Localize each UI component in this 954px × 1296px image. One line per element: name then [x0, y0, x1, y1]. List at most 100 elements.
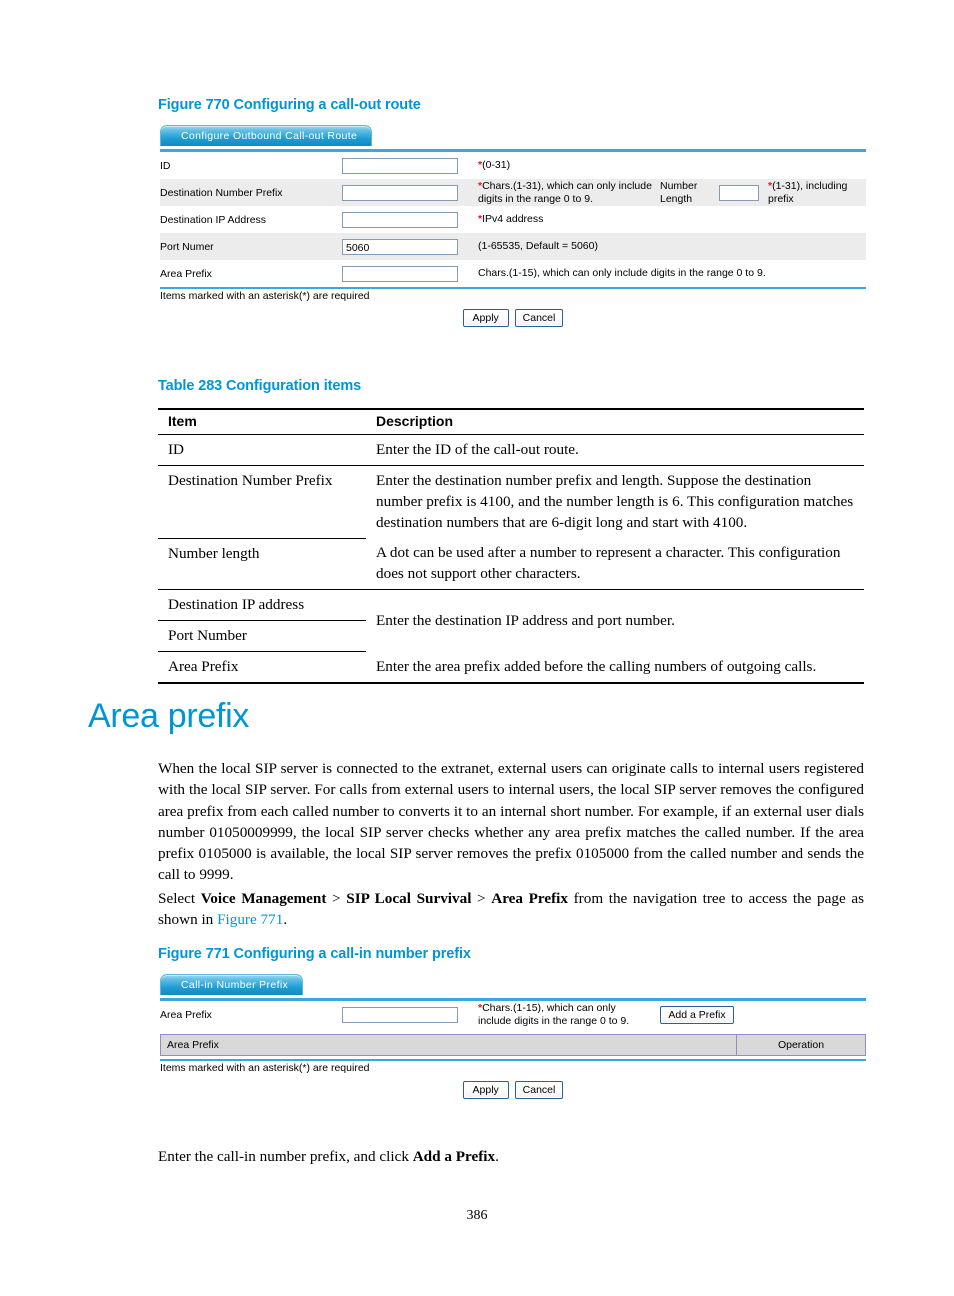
port-number-input[interactable]: 5060	[342, 238, 458, 255]
table-row: Destination IP address Enter the destina…	[158, 589, 864, 629]
label-destination-number-prefix: Destination Number Prefix	[160, 186, 283, 199]
cell-description: Enter the area prefix added before the c…	[366, 651, 864, 684]
cell-description: A dot can be used after a number to repr…	[366, 538, 864, 590]
nav-separator-1: >	[326, 890, 347, 907]
page-number: 386	[466, 1208, 488, 1223]
tab-strip: Configure Outbound Call-out Route	[160, 125, 866, 152]
closing-prefix: Enter the call-in number prefix, and cli…	[158, 1148, 413, 1165]
list-column-header-area-prefix: Area Prefix	[161, 1035, 737, 1055]
cell-description: Enter the destination number prefix and …	[376, 472, 854, 531]
form-row-destination-number-prefix: Destination Number Prefix *Chars.(1-31),…	[160, 179, 867, 206]
table-row: Number length A dot can be used after a …	[158, 538, 864, 590]
section-paragraph-1: When the local SIP server is connected t…	[158, 760, 864, 884]
id-input[interactable]	[342, 157, 458, 174]
label-number-length: Number Length	[660, 179, 698, 205]
document-page: Figure 770 Configuring a call-out route …	[0, 0, 954, 1296]
field-cell-area-prefix	[342, 260, 478, 287]
hint-area-prefix-text: Chars.(1-15), which can only include dig…	[478, 1001, 630, 1027]
number-length-input[interactable]	[719, 184, 759, 201]
add-prefix-cell: Add a Prefix	[646, 1001, 866, 1028]
cancel-button[interactable]: Cancel	[514, 309, 564, 327]
form-action-buttons: Apply Cancel	[160, 302, 866, 327]
form-row-port-number: Port Numer 5060 (1-65535, Default = 5060…	[160, 233, 867, 260]
hint-destination-ip-address-text: IPv4 address	[482, 213, 544, 225]
form-row-area-prefix: Area Prefix *Chars.(1-15), which can onl…	[160, 1001, 866, 1028]
column-header-description: Description	[366, 408, 864, 435]
form-row-id: ID *(0-31)	[160, 152, 866, 179]
figure-771-caption: Figure 771 Configuring a call-in number …	[158, 946, 471, 962]
table-row: Area Prefix Enter the area prefix added …	[158, 651, 864, 684]
closing-suffix: .	[495, 1148, 499, 1165]
list-column-header-operation: Operation	[777, 1039, 825, 1051]
hint-destination-ip-address: *IPv4 address	[478, 206, 866, 233]
required-footnote: Items marked with an asterisk(*) are req…	[160, 290, 370, 302]
nav-sip-local-survival: SIP Local Survival	[346, 890, 472, 907]
destination-number-prefix-input[interactable]	[342, 184, 458, 201]
hint-area-prefix: *Chars.(1-15), which can only include di…	[478, 1001, 646, 1028]
label-destination-ip-address: Destination IP Address	[160, 213, 267, 226]
hint-destination-number-prefix-text: Chars.(1-31), which can only include dig…	[478, 179, 652, 205]
apply-button[interactable]: Apply	[462, 1081, 509, 1099]
area-prefix-input[interactable]	[342, 1006, 458, 1023]
call-out-route-form: ID *(0-31) Destination Number Prefix *Ch…	[160, 152, 867, 287]
table-283: Item Description ID Enter the ID of the …	[158, 408, 864, 684]
cell-description: Enter the destination IP address and por…	[376, 611, 675, 629]
closing-bold-add-a-prefix: Add a Prefix	[412, 1148, 496, 1165]
area-prefix-input[interactable]	[342, 265, 458, 282]
para2-suffix: .	[283, 911, 288, 929]
label-port-number: Port Numer	[160, 240, 214, 253]
apply-button[interactable]: Apply	[462, 309, 509, 327]
tab-strip: Call-in Number Prefix	[160, 974, 866, 1001]
figure-770-caption: Figure 770 Configuring a call-out route	[158, 97, 421, 113]
hint-id: *(0-31)	[478, 152, 866, 179]
hint-port-number-text: (1-65535, Default = 5060)	[478, 240, 598, 252]
figure-770-screenshot: Configure Outbound Call-out Route ID *(0…	[160, 125, 867, 327]
required-footnote: Items marked with an asterisk(*) are req…	[160, 1062, 370, 1074]
hint-id-text: (0-31)	[482, 159, 511, 171]
cell-item: Area Prefix	[158, 651, 366, 684]
field-cell-area-prefix	[342, 1001, 478, 1028]
label-area-prefix: Area Prefix	[160, 1008, 212, 1021]
label-area-prefix: Area Prefix	[160, 267, 212, 280]
column-header-item: Item	[158, 408, 366, 435]
figure-771-screenshot: Call-in Number Prefix Area Prefix *Chars…	[160, 974, 866, 1099]
closing-instruction: Enter the call-in number prefix, and cli…	[158, 1146, 864, 1167]
section-paragraph-2: Select Voice Management > SIP Local Surv…	[158, 888, 864, 931]
cell-item: Number length	[158, 538, 366, 590]
cell-item: Port Number	[158, 620, 366, 652]
field-cell-number-length	[710, 179, 768, 206]
field-cell-id	[342, 152, 478, 179]
cell-item: ID	[158, 434, 366, 466]
hint-number-length-text: (1-31), including prefix	[768, 179, 848, 205]
table-row: ID Enter the ID of the call-out route.	[158, 434, 864, 466]
form-row-destination-ip-address: Destination IP Address *IPv4 address	[160, 206, 866, 233]
para2-prefix: Select	[158, 890, 201, 907]
hint-number-length: *(1-31), including prefix	[768, 179, 866, 206]
add-a-prefix-button[interactable]: Add a Prefix	[660, 1005, 734, 1024]
cancel-button[interactable]: Cancel	[514, 1081, 564, 1099]
figure-771-crossref-link[interactable]: Figure 771	[217, 911, 283, 928]
cell-item: Destination Number Prefix	[158, 465, 366, 539]
cell-description: Enter the ID of the call-out route.	[366, 434, 864, 466]
nav-separator-2: >	[471, 890, 492, 907]
cell-item: Destination IP address	[158, 589, 366, 621]
area-prefix-list-header: Area Prefix Operation	[160, 1034, 866, 1056]
hint-destination-number-prefix: *Chars.(1-31), which can only include di…	[478, 179, 654, 206]
nav-area-prefix: Area Prefix	[491, 890, 568, 907]
tab-configure-outbound-call-out-route[interactable]: Configure Outbound Call-out Route	[160, 125, 373, 146]
section-heading-area-prefix: Area prefix	[88, 697, 250, 735]
field-cell-destination-number-prefix	[342, 179, 478, 206]
table-283-caption: Table 283 Configuration items	[158, 378, 362, 394]
field-cell-destination-ip-address	[342, 206, 478, 233]
tab-call-in-number-prefix[interactable]: Call-in Number Prefix	[160, 974, 304, 995]
hint-port-number: (1-65535, Default = 5060)	[478, 233, 866, 260]
table-row: Destination Number Prefix Enter the dest…	[158, 465, 864, 539]
destination-ip-address-input[interactable]	[342, 211, 458, 228]
hint-area-prefix-text: Chars.(1-15), which can only include dig…	[478, 267, 766, 279]
nav-voice-management: Voice Management	[200, 890, 327, 907]
label-id: ID	[160, 159, 171, 172]
call-in-prefix-form: Area Prefix *Chars.(1-15), which can onl…	[160, 1001, 866, 1028]
form-row-area-prefix: Area Prefix Chars.(1-15), which can only…	[160, 260, 866, 287]
hint-area-prefix: Chars.(1-15), which can only include dig…	[478, 260, 866, 287]
table-header-row: Item Description	[158, 408, 864, 435]
